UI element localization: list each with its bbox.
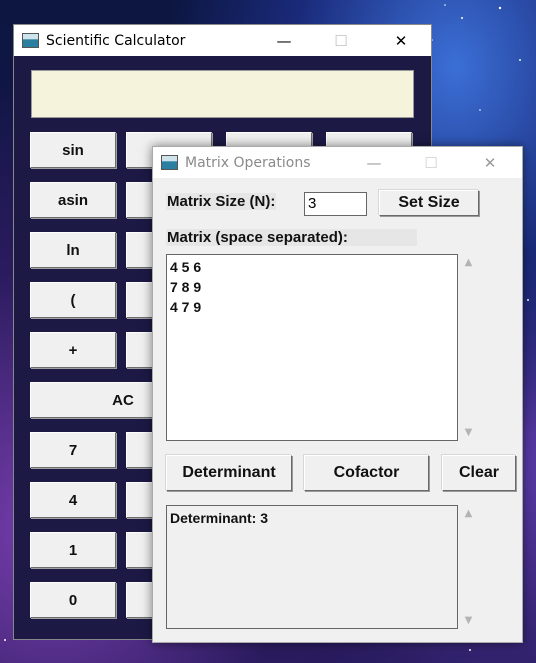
calculator-title: Scientific Calculator [46,32,186,49]
minimize-icon: — [366,153,382,172]
maximize-button[interactable]: ☐ [318,25,364,56]
matrix-input-label: Matrix (space separated): [166,229,417,246]
maximize-icon: ☐ [424,153,438,172]
cofactor-button[interactable]: Cofactor [304,455,429,491]
close-button[interactable]: ✕ [378,25,424,56]
matrix-size-input[interactable]: 3 [304,192,367,216]
result-scrollbar[interactable]: ▲ ▼ [459,505,478,629]
matrix-scrollbar[interactable]: ▲ ▼ [459,254,478,441]
scroll-up-icon[interactable]: ▲ [459,254,478,271]
calculator-display [31,70,414,118]
app-icon [161,155,178,170]
set-size-button[interactable]: Set Size [379,190,479,216]
plus-button[interactable]: + [30,332,116,368]
matrix-titlebar[interactable]: Matrix Operations — ☐ ✕ [153,147,522,178]
close-icon: ✕ [483,153,497,172]
digit-1-button[interactable]: 1 [30,532,116,568]
matrix-size-label: Matrix Size (N): [166,193,277,210]
minimize-button[interactable]: — [261,25,307,56]
maximize-button[interactable]: ☐ [408,147,454,178]
result-textarea: Determinant: 3 [166,505,458,629]
determinant-button[interactable]: Determinant [166,455,292,491]
matrix-textarea[interactable]: 4 5 6 7 8 9 4 7 9 [166,254,458,441]
calculator-titlebar[interactable]: Scientific Calculator — ☐ ✕ [14,25,431,56]
sin-button[interactable]: sin [30,132,116,168]
digit-7-button[interactable]: 7 [30,432,116,468]
digit-4-button[interactable]: 4 [30,482,116,518]
scroll-down-icon[interactable]: ▼ [459,612,478,629]
digit-0-button[interactable]: 0 [30,582,116,618]
close-icon: ✕ [394,31,408,50]
matrix-window: Matrix Operations — ☐ ✕ Matrix Size (N):… [152,146,523,643]
asin-button[interactable]: asin [30,182,116,218]
minimize-icon: — [276,31,292,50]
app-icon [22,33,39,48]
scroll-up-icon[interactable]: ▲ [459,505,478,522]
ln-button[interactable]: ln [30,232,116,268]
close-button[interactable]: ✕ [467,147,513,178]
scroll-down-icon[interactable]: ▼ [459,424,478,441]
open-paren-button[interactable]: ( [30,282,116,318]
minimize-button[interactable]: — [351,147,397,178]
clear-button[interactable]: Clear [442,455,516,491]
maximize-icon: ☐ [334,31,348,50]
matrix-title: Matrix Operations [185,154,311,171]
